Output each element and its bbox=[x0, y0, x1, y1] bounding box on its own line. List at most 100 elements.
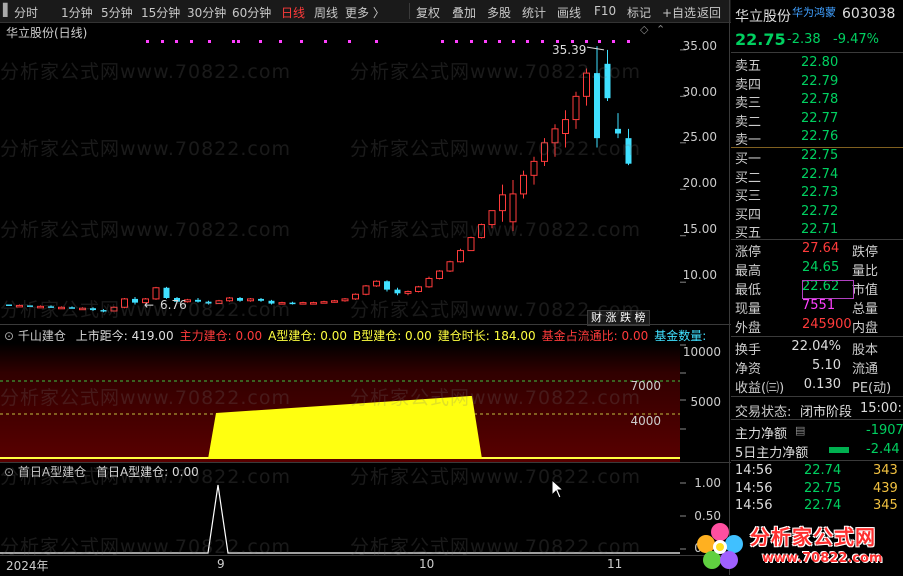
indicator-panel-2[interactable]: ⊙ 首日A型建仓 首日A型建仓: 0.00 1.00 0.50 0.00 bbox=[0, 463, 731, 555]
stat-row: 现量 7551 总量 bbox=[735, 298, 900, 317]
stat-value: 245900 bbox=[802, 317, 852, 332]
candle bbox=[289, 301, 296, 305]
candle bbox=[415, 285, 422, 293]
x-axis-label: 9 bbox=[217, 557, 225, 571]
candle bbox=[499, 184, 506, 222]
brand-logo: 分析家公式网 www.70822.com bbox=[692, 518, 902, 575]
tab-1min[interactable]: 1分钟 bbox=[61, 4, 93, 21]
stat-label: 跌停 bbox=[852, 245, 879, 260]
main-net-value: -1907 bbox=[866, 423, 903, 438]
candle bbox=[615, 113, 621, 139]
candle bbox=[6, 304, 12, 306]
ask-level-label: 卖五 bbox=[735, 59, 762, 74]
ask-row: 卖一 22.76 bbox=[735, 129, 900, 148]
candle bbox=[205, 300, 212, 305]
statistics-button[interactable]: 统计 bbox=[522, 4, 546, 21]
current-price: 22.75 bbox=[735, 30, 786, 49]
candle bbox=[562, 110, 569, 148]
axis-label: 4000 bbox=[630, 414, 661, 428]
stock-tag[interactable]: 华为鸿蒙 bbox=[792, 4, 836, 20]
candle bbox=[478, 223, 485, 239]
bid-row: 买一 22.75 bbox=[735, 148, 900, 167]
flower-logo-icon bbox=[697, 523, 743, 569]
candle bbox=[625, 128, 632, 166]
indicator-value: 基金占流通比: 0.00 bbox=[541, 329, 649, 343]
indicator-value: 上市距今: 419.00 bbox=[75, 329, 174, 343]
candle bbox=[341, 297, 349, 302]
collapse-icon[interactable]: ⌃ bbox=[656, 23, 665, 36]
axis-label: 15.00 bbox=[682, 222, 717, 236]
ask-row: 卖三 22.78 bbox=[735, 92, 900, 111]
overlay-button[interactable]: 叠加 bbox=[452, 4, 476, 21]
candle bbox=[394, 287, 401, 296]
tab-daily[interactable]: 日线 bbox=[281, 4, 305, 21]
menu-icon[interactable]: ▌ bbox=[3, 3, 12, 17]
ask-row: 卖四 22.79 bbox=[735, 74, 900, 93]
tick-volume: 343 bbox=[873, 463, 898, 478]
main-chart-area[interactable]: 华立股份(日线) ◇ ⌃ 35.39 6.76 ← 财 涨 跌 榜 35.00 … bbox=[0, 22, 731, 326]
candlestick-chart[interactable] bbox=[0, 22, 731, 324]
tab-60min[interactable]: 60分钟 bbox=[232, 4, 271, 21]
signal-dot bbox=[441, 40, 444, 43]
bid-price: 22.74 bbox=[801, 166, 839, 182]
signal-dot bbox=[324, 40, 327, 43]
bid-level-label: 买二 bbox=[735, 170, 762, 186]
tab-more[interactable]: 更多 〉 bbox=[345, 4, 385, 21]
diamond-icon[interactable]: ◇ bbox=[640, 23, 648, 36]
stat-value: 0.130 bbox=[803, 377, 841, 392]
stat-value: 24.65 bbox=[802, 260, 840, 275]
panel-collapse-icon[interactable]: ⊙ bbox=[4, 465, 14, 479]
tab-timeshare[interactable]: 分时 bbox=[14, 4, 38, 21]
candle bbox=[551, 124, 559, 157]
candle bbox=[90, 307, 96, 311]
stock-name: 华立股份 bbox=[735, 9, 791, 25]
tick-price: 22.75 bbox=[804, 480, 842, 496]
chart-icon[interactable]: ▤ bbox=[795, 424, 805, 437]
candle bbox=[320, 300, 328, 304]
draw-line-button[interactable]: 画线 bbox=[557, 4, 581, 21]
stat-label: 外盘 bbox=[735, 321, 762, 336]
candle bbox=[132, 297, 138, 305]
stat-label: 最高 bbox=[735, 264, 762, 279]
tab-weekly[interactable]: 周线 bbox=[314, 4, 338, 21]
stat-value: 22.04% bbox=[791, 339, 841, 354]
bid-level-label: 买四 bbox=[735, 207, 762, 223]
signal-dot bbox=[279, 40, 282, 43]
candle bbox=[58, 306, 65, 310]
low-arrow-icon: ← bbox=[144, 298, 155, 312]
five-day-net-value: -2.44 bbox=[866, 442, 900, 457]
axis-label: 7000 bbox=[630, 379, 661, 393]
candle bbox=[278, 301, 286, 305]
signal-dot bbox=[175, 40, 178, 43]
candle bbox=[572, 91, 580, 129]
tick-time: 14:56 bbox=[735, 498, 773, 513]
add-favorite-button[interactable]: +自选 bbox=[662, 4, 696, 21]
indicator-value: B型建仓: 0.00 bbox=[352, 329, 432, 343]
candle bbox=[258, 297, 264, 302]
candle bbox=[594, 46, 600, 148]
axis-label: 30.00 bbox=[682, 85, 717, 99]
panel-collapse-icon[interactable]: ⊙ bbox=[4, 329, 14, 343]
stat-value: 7551 bbox=[802, 298, 836, 313]
restore-rights-button[interactable]: 复权 bbox=[416, 4, 440, 21]
tab-30min[interactable]: 30分钟 bbox=[187, 4, 226, 21]
indicator-panel-1[interactable]: ⊙ 千山建仓 上市距今: 419.00 主力建仓: 0.00 A型建仓: 0.00 B… bbox=[0, 325, 731, 462]
axis-label: 35.00 bbox=[682, 39, 717, 53]
stat-row: 涨停 27.64 跌停 bbox=[735, 241, 900, 260]
candle bbox=[467, 236, 475, 252]
stat-label: 内盘 bbox=[852, 321, 879, 336]
tab-5min[interactable]: 5分钟 bbox=[101, 4, 133, 21]
x-axis-label: 10 bbox=[419, 557, 435, 571]
signal-dot bbox=[300, 40, 303, 43]
f10-button[interactable]: F10 bbox=[594, 4, 616, 18]
ask-price: 22.80 bbox=[801, 55, 839, 70]
price-change: -2.38 bbox=[787, 32, 821, 47]
mark-button[interactable]: 标记 bbox=[627, 4, 651, 21]
stock-code: 603038 bbox=[842, 6, 896, 22]
signal-dot bbox=[498, 40, 501, 43]
x-axis-label: 2024年 bbox=[6, 559, 49, 573]
back-button[interactable]: 返回 bbox=[697, 4, 721, 21]
multi-stock-button[interactable]: 多股 bbox=[487, 4, 511, 21]
tab-15min[interactable]: 15分钟 bbox=[141, 4, 180, 21]
candle bbox=[16, 304, 23, 308]
